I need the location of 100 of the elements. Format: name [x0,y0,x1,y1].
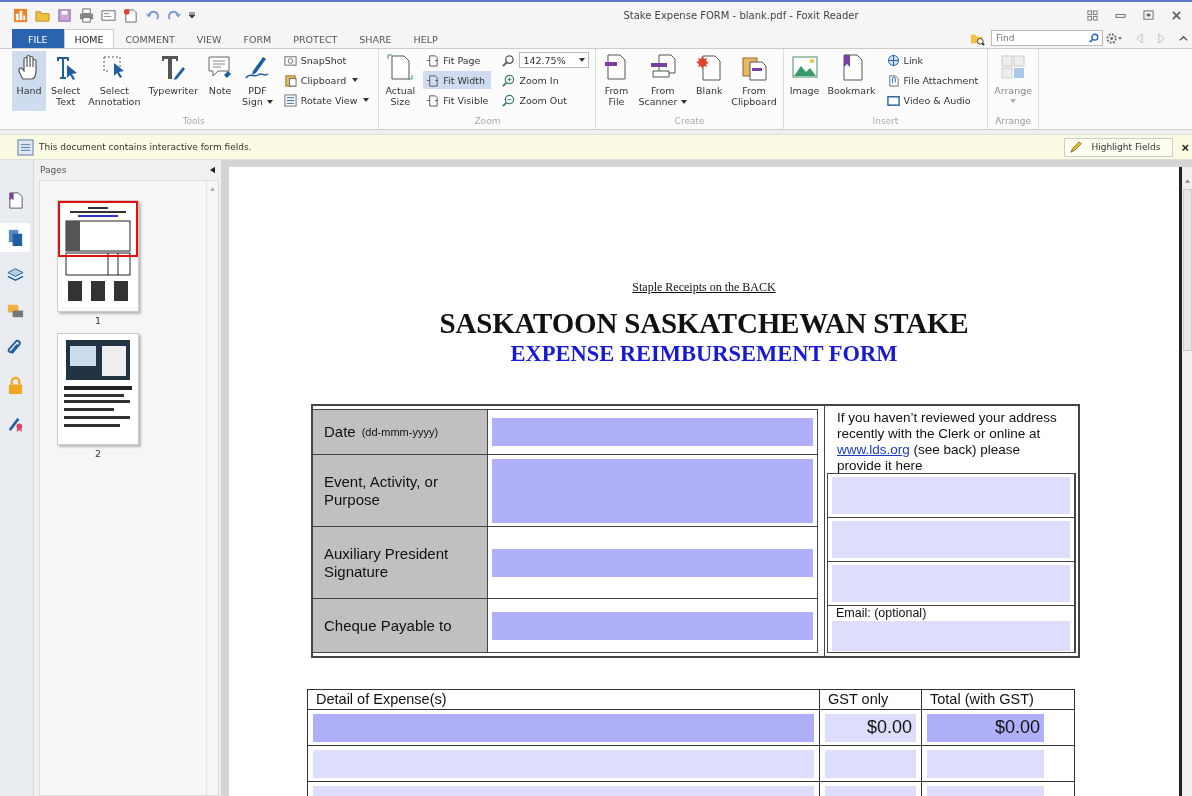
form-field[interactable] [927,749,1044,778]
group-label: Zoom [473,116,502,128]
tool-button[interactable]: SnapShot [280,51,373,69]
field-hint: (dd-mmm-yyyy) [361,426,439,438]
fit-button[interactable]: Fit Page [423,51,492,69]
form-field[interactable] [832,565,1070,602]
sidebar-tab[interactable] [0,223,30,252]
create-button[interactable]: From File [599,51,634,111]
group-label: Create [673,116,706,128]
scroll-up-icon[interactable] [210,187,215,191]
tool-button[interactable]: Select Annotation [85,51,144,111]
collapse-icon[interactable] [210,166,215,174]
app-logo-icon[interactable] [13,7,28,23]
scroll-up-icon[interactable] [1184,179,1190,183]
caret-icon [1010,99,1017,103]
field-label: Cheque Payable to [324,616,452,635]
zoom-in-icon [502,73,516,87]
globe-icon [886,53,900,67]
printer-icon[interactable] [79,7,94,23]
group-label: Insert [871,116,900,128]
fit-button[interactable]: Fit Visible [423,91,492,109]
form-field[interactable] [492,418,813,446]
tool-button[interactable]: Typewriter [145,51,202,111]
scroll-thumb[interactable] [1182,189,1192,351]
form-field[interactable]: $0.00 [825,713,916,742]
field-label: Event, Activity, or Purpose [324,472,439,509]
insert-button[interactable]: Bookmark [824,51,879,111]
field-label: Auxiliary President Signature [324,544,450,581]
tool-button[interactable]: Rotate View [280,91,373,109]
form-field[interactable] [832,521,1070,558]
zoom-button[interactable]: Zoom In [499,71,590,89]
fit-button[interactable]: Fit Width [423,71,492,89]
page-thumbnail[interactable] [57,200,139,312]
caret-icon [579,58,586,62]
ribbon-display-icon[interactable] [1087,9,1098,21]
ribbon-tab[interactable]: VIEW [185,29,233,48]
actual-size-button[interactable]: Actual Size [382,51,419,111]
ribbon-tab[interactable]: FORM [232,29,283,48]
save-icon[interactable] [57,7,72,23]
zoom-button[interactable]: Zoom Out [499,91,590,109]
tool-button[interactable]: Hand [12,51,46,111]
insert-button[interactable]: Video & Audio [883,91,982,109]
highlighter-icon [1069,140,1083,154]
properties-icon[interactable] [101,7,116,23]
tool-button[interactable]: PDF Sign [239,51,276,111]
customize-caret-icon[interactable] [189,11,195,19]
form-field[interactable] [313,749,814,778]
column-header: Detail of Expense(s) [308,690,820,709]
video-icon [886,93,900,107]
ribbon-tab[interactable]: SHARE [348,29,403,48]
previous-icon[interactable] [1135,32,1144,44]
file-tab[interactable]: FILE [12,29,64,48]
form-field[interactable] [825,749,916,778]
ribbon-tab[interactable]: PROTECT [282,29,349,48]
form-field[interactable]: $0.00 [927,713,1044,742]
scrollbar[interactable] [206,181,218,795]
tool-button[interactable]: Clipboard [280,71,373,89]
column-header: GST only [820,690,922,709]
ribbon-tab[interactable]: HOME [63,29,115,48]
scanner-icon [648,53,677,81]
form-field[interactable] [313,713,814,742]
scrollbar[interactable] [1182,167,1192,796]
form-icon [17,138,34,156]
link[interactable]: www.lds.org [837,442,910,457]
page-thumbnail[interactable] [57,333,139,445]
fit-visible-icon [426,93,440,107]
create-button[interactable]: From Clipboard [728,51,780,111]
close-button[interactable]: × [1173,139,1192,155]
column-header: Total (with GST) [929,690,1035,709]
form-field[interactable] [492,548,813,577]
form-field[interactable] [492,611,813,640]
form-field[interactable] [832,477,1070,514]
ribbon-tab[interactable]: COMMENT [114,29,186,48]
create-button[interactable]: Blank [692,51,727,111]
attachment-icon [886,73,900,87]
settings-icon[interactable] [1105,31,1122,45]
new-document-icon[interactable] [123,7,138,23]
tool-button[interactable]: Note [203,51,238,111]
group-label: Arrange [994,116,1033,128]
next-icon[interactable] [1157,32,1166,44]
insert-button[interactable]: Image [786,51,823,111]
page-note: Staple Receipts on the BACK [631,280,777,295]
zoom-field[interactable]: 142.75% [519,52,590,68]
tool-button[interactable]: Select Text [48,51,84,111]
highlight-fields-button[interactable]: Highlight Fields [1064,137,1174,157]
field-label: Date [324,423,356,441]
email-field[interactable] [832,621,1070,651]
insert-button[interactable]: Link [883,51,982,69]
blank-page-icon [695,53,724,81]
clipboard-icon [283,73,297,87]
form-field[interactable] [492,458,813,523]
create-button[interactable]: From Scanner [635,51,691,111]
restore-icon[interactable] [1143,9,1154,21]
ribbon-tab[interactable]: HELP [402,29,449,48]
insert-button[interactable]: File Attachment [883,71,982,89]
address-note: If you haven’t reviewed your address recently with the Clerk or online at www.lds.org (see back) please provide it here [836,409,1058,473]
typewriter-icon [159,53,188,81]
find-field[interactable]: Find [991,30,1103,46]
close-icon[interactable] [1171,9,1182,21]
field-label: Email: (optional) [835,606,928,620]
